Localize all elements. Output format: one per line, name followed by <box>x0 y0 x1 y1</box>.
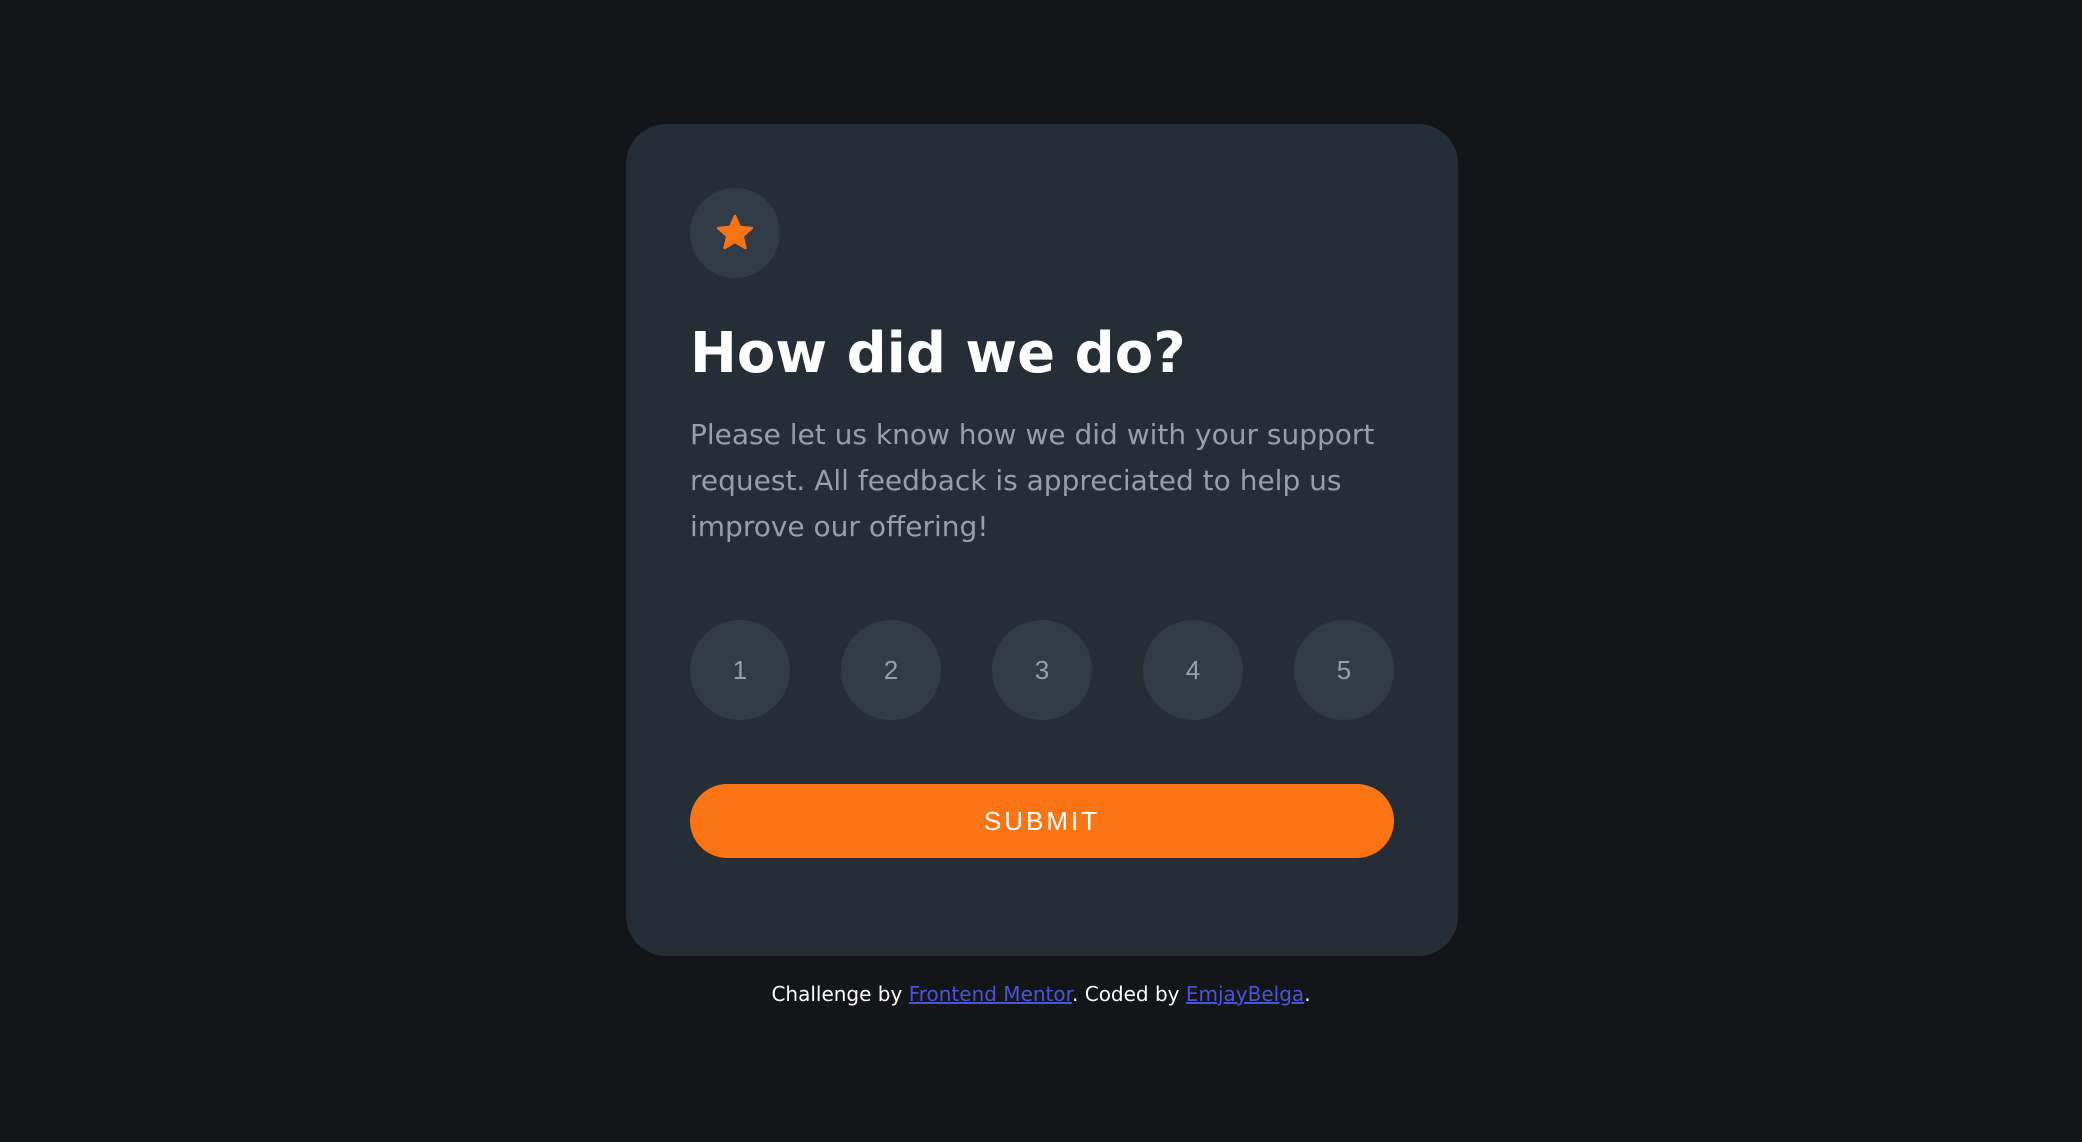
rating-option-5[interactable]: 5 <box>1294 620 1394 720</box>
rating-option-4[interactable]: 4 <box>1143 620 1243 720</box>
star-icon <box>717 214 753 250</box>
card-title: How did we do? <box>690 321 1186 386</box>
attribution-prefix: Challenge by <box>771 982 909 1006</box>
rating-options: 1 2 3 4 5 <box>690 620 1394 720</box>
attribution-middle: . Coded by <box>1072 982 1186 1006</box>
attribution-suffix: . <box>1304 982 1311 1006</box>
attribution: Challenge by Frontend Mentor. Coded by E… <box>0 978 2082 1010</box>
submit-button[interactable]: SUBMIT <box>690 784 1394 858</box>
frontend-mentor-link[interactable]: Frontend Mentor <box>909 982 1072 1006</box>
author-link[interactable]: EmjayBelga <box>1186 982 1304 1006</box>
star-badge <box>690 188 780 278</box>
rating-option-3[interactable]: 3 <box>992 620 1092 720</box>
card-description: Please let us know how we did with your … <box>690 418 1375 543</box>
rating-card: How did we do? Please let us know how we… <box>626 124 1458 956</box>
rating-option-2[interactable]: 2 <box>841 620 941 720</box>
rating-option-1[interactable]: 1 <box>690 620 790 720</box>
